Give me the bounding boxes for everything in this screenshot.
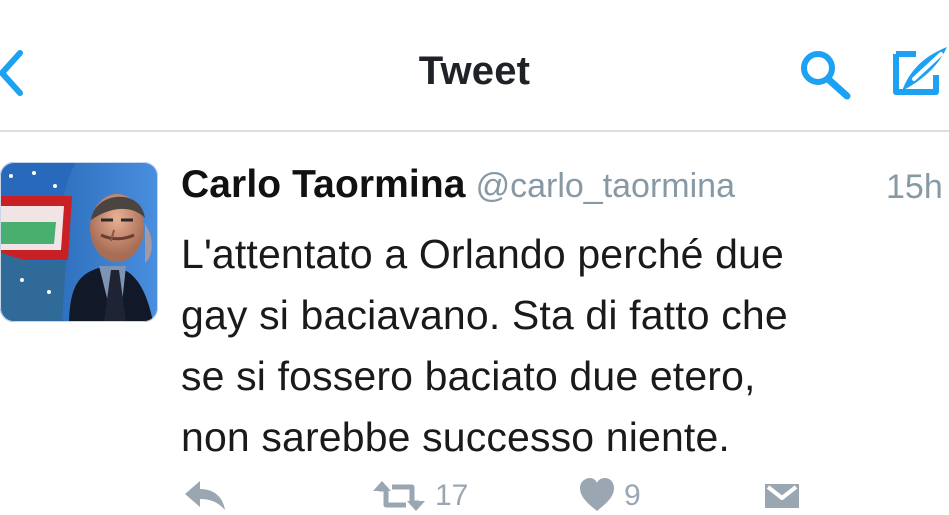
like-count: 9	[624, 479, 641, 512]
retweet-button[interactable]: 17	[371, 477, 468, 515]
author-handle[interactable]: @carlo_taormina	[476, 167, 735, 205]
like-button[interactable]: 9	[578, 477, 641, 515]
navigation-bar: Tweet	[0, 0, 949, 132]
reply-button[interactable]	[182, 477, 228, 515]
tweet-text-line: non sarebbe successo niente.	[181, 414, 730, 460]
compose-icon	[893, 47, 947, 95]
tweet-detail-screen: Tweet Carlo Taormina @carlo_taormina 15h…	[0, 0, 949, 515]
heart-icon	[580, 478, 614, 511]
direct-message-button[interactable]	[762, 477, 802, 515]
search-button[interactable]	[796, 47, 854, 101]
tweet-timestamp: 15h	[886, 168, 943, 206]
tweet-text: L'attentato a Orlando perché due gay si …	[181, 224, 921, 468]
author-avatar[interactable]	[0, 162, 158, 322]
tweet-text-line: se si fossero baciato due etero,	[181, 353, 756, 399]
retweet-icon	[373, 481, 425, 511]
tweet-text-line: gay si baciavano. Sta di fatto che	[181, 292, 788, 338]
compose-button[interactable]	[891, 42, 949, 104]
tweet-author-line: Carlo Taormina @carlo_taormina	[181, 163, 735, 211]
reply-icon	[185, 481, 225, 510]
retweet-count: 17	[435, 479, 469, 512]
author-name[interactable]: Carlo Taormina	[181, 163, 466, 206]
search-icon	[801, 51, 851, 100]
tweet-actions: 17 9	[0, 477, 949, 515]
direct-message-icon	[765, 484, 799, 508]
tweet-text-line: L'attentato a Orlando perché due	[181, 231, 785, 277]
